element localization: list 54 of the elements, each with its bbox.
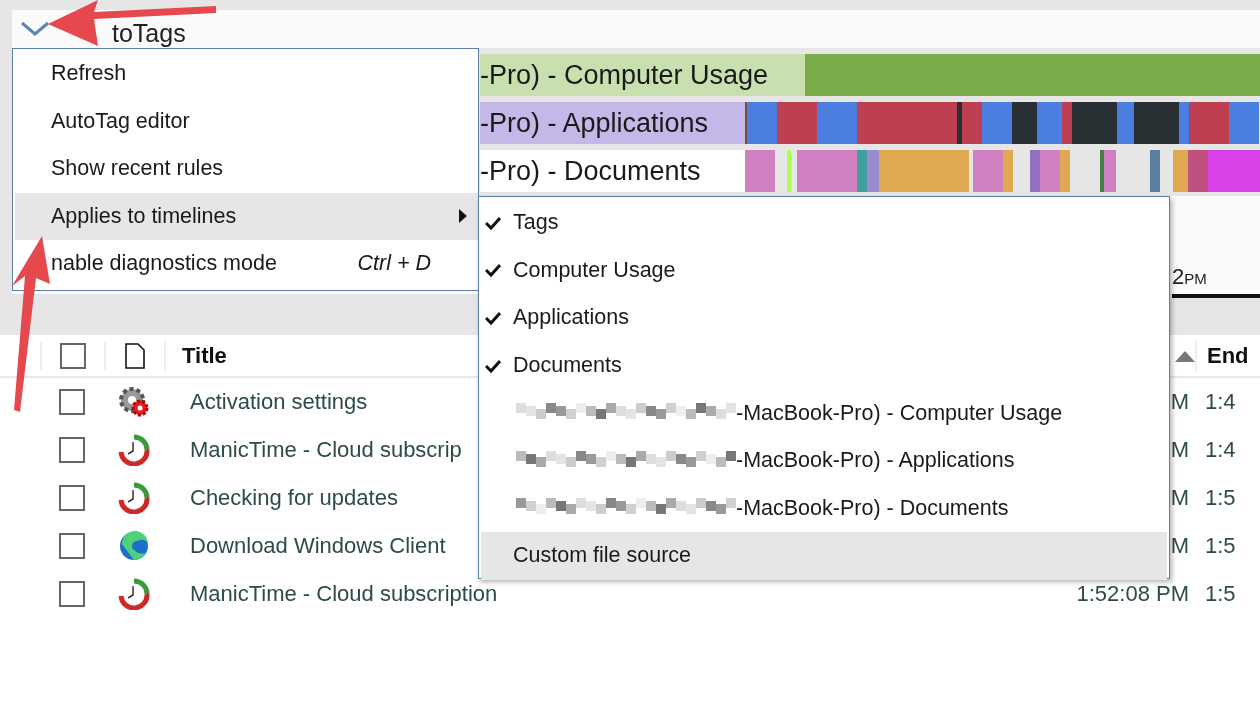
chevron-icon[interactable]: [20, 21, 50, 37]
table-cell: M: [1170, 389, 1189, 415]
timeline-label: -Pro) - Documents: [480, 150, 745, 192]
table-cell: M: [1170, 485, 1189, 511]
check-icon: [485, 311, 501, 325]
clock-icon: [118, 482, 150, 514]
menu-item[interactable]: Applications: [481, 294, 1167, 342]
table-cell: M: [1170, 437, 1189, 463]
table-cell-text: 1:5: [1204, 485, 1237, 511]
table-cell: M: [1170, 533, 1189, 559]
menu-item[interactable]: -MacBook-Pro) - Documents: [481, 484, 1167, 533]
row-checkbox[interactable]: [59, 389, 85, 415]
table-cell-text: 1:4: [1204, 437, 1237, 463]
sort-ascending-icon[interactable]: [1175, 349, 1195, 362]
shortcut-label: Ctrl + D: [357, 251, 431, 277]
menu-item[interactable]: nable diagnostics mode Ctrl + D: [15, 240, 478, 288]
row-checkbox[interactable]: [59, 485, 85, 511]
document-icon: [125, 342, 145, 369]
table-cell-text: 1:4: [1204, 389, 1237, 415]
row-checkbox[interactable]: [59, 533, 85, 559]
table-cell: ManicTime - Cloud subscription: [190, 581, 498, 607]
row-checkbox[interactable]: [59, 437, 85, 463]
menu-item[interactable]: -MacBook-Pro) - Applications: [481, 436, 1167, 485]
table-cell: Checking for updates: [190, 485, 398, 511]
menu-item[interactable]: Computer Usage: [481, 246, 1167, 295]
gear-icon: [118, 386, 150, 418]
table-cell-text: 1:5: [1204, 581, 1237, 607]
column-header[interactable]: End: [1195, 340, 1260, 371]
browser-icon: [118, 530, 150, 562]
check-icon: [485, 215, 501, 230]
table-cell: ManicTime - Cloud subscrip: [190, 437, 462, 463]
table-cell-text: 1:5: [1204, 533, 1237, 559]
select-all-checkbox[interactable]: [60, 342, 86, 369]
menu-item[interactable]: AutoTag editor: [15, 97, 478, 145]
check-icon: [485, 263, 501, 278]
clock-icon: [118, 578, 150, 610]
row-checkbox[interactable]: [59, 581, 85, 607]
menu-item[interactable]: Tags: [481, 199, 1167, 247]
timeline-label: -Pro) - Applications: [480, 102, 745, 144]
menu-item[interactable]: Custom file source: [481, 532, 1167, 580]
axis-label: 2PM: [1172, 264, 1207, 291]
menu-item[interactable]: -MacBook-Pro) - Computer Usage: [481, 389, 1167, 437]
menu-item[interactable]: Show recent rules: [15, 145, 478, 193]
table-cell: 1:52:08 PM: [1076, 581, 1189, 607]
clock-icon: [118, 434, 150, 466]
menu-item[interactable]: Refresh: [15, 50, 478, 98]
check-icon: [485, 358, 501, 373]
table-cell: Activation settings: [190, 389, 368, 415]
column-header[interactable]: Title: [166, 342, 227, 369]
table-cell: Download Windows Client: [190, 533, 446, 559]
menu-item[interactable]: Applies to timelines: [15, 192, 478, 240]
group-title: toTags: [112, 17, 186, 48]
timeline-label: -Pro) - Computer Usage: [480, 54, 805, 96]
menu-item[interactable]: Documents: [481, 341, 1167, 390]
